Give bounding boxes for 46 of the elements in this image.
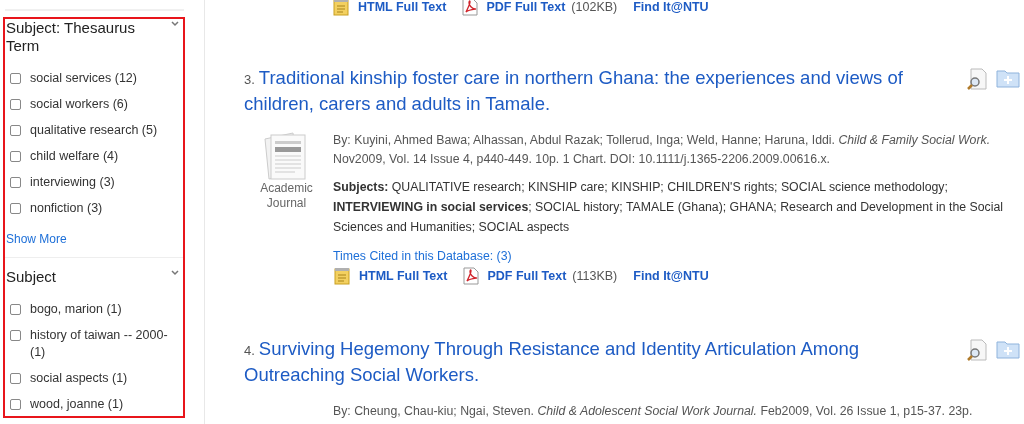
- checkbox[interactable]: [10, 203, 21, 214]
- checkbox[interactable]: [10, 373, 21, 384]
- publication-type: Academic Journal: [259, 181, 314, 211]
- html-full-text-link[interactable]: HTML Full Text: [359, 269, 448, 283]
- notepad-icon: [333, 267, 351, 285]
- find-it-link[interactable]: Find It@NTU: [633, 269, 709, 283]
- preview-icon[interactable]: [966, 339, 988, 361]
- facet-option[interactable]: bogo, marion (1): [30, 301, 122, 318]
- file-size: (113KB): [572, 269, 618, 283]
- facet-title: Subject: [6, 268, 57, 286]
- checkbox[interactable]: [10, 99, 21, 110]
- checkbox[interactable]: [10, 330, 21, 341]
- facet-title: Subject: Thesaurus Term: [6, 19, 136, 55]
- checkbox[interactable]: [10, 304, 21, 315]
- checkbox[interactable]: [10, 151, 21, 162]
- facet-option[interactable]: social services (12): [30, 70, 137, 87]
- html-full-text-link[interactable]: HTML Full Text: [358, 0, 447, 14]
- facet-option[interactable]: qualitative research (5): [30, 122, 158, 139]
- facet-option[interactable]: social workers (6): [30, 96, 128, 113]
- facet-option[interactable]: social aspects (1): [30, 370, 128, 387]
- chevron-icon[interactable]: [171, 270, 179, 276]
- facet-option[interactable]: history of taiwan -- 2000- (1): [30, 327, 183, 361]
- checkbox[interactable]: [10, 177, 21, 188]
- subjects-text: Subjects: QUALITATIVE research; KINSHIP care; KINSHIP; CHILDREN'S rights; SOCIAL science methodology; INTERVIEWING in social services; SOCIAL history; TAMALE (Ghana); GHANA; Research and Development in the Social Sciences and Humanities; SOCIAL aspects: [333, 179, 1004, 236]
- file-size: (102KB): [571, 0, 618, 14]
- citation-text: By: Cheung, Chau-kiu; Ngai, Steven. Child & Adolescent Social Work Journal. Feb2009, Vol. 26 Issue 1, p15-37. 23p.: [333, 403, 974, 420]
- result-title-link[interactable]: 4. Surviving Hegemony Through Resistance and Identity Articulation Among Outreaching Social Workers.: [244, 337, 934, 388]
- facet-option[interactable]: wood, joanne (1): [30, 396, 124, 413]
- times-cited-link[interactable]: Times Cited in this Database: (3): [333, 249, 512, 263]
- show-more-link[interactable]: Show More: [6, 232, 67, 246]
- pdf-full-text-link[interactable]: PDF Full Text: [486, 0, 566, 14]
- citation-text: By: Kuyini, Ahmed Bawa; Alhassan, Abdul Razak; Tollerud, Inga; Weld, Hanne; Haruna, Iddi. Child & Family Social Work. Nov2009, Vol. 14 Issue 4, p440-449. 10p. 1 Chart. DOI: 10.1111/j.1365-2206.2009.00616.x.: [333, 132, 992, 168]
- preview-icon[interactable]: [966, 68, 988, 90]
- result-title-link[interactable]: 3. Traditional kinship foster care in northern Ghana: the experiences and views of children, carers and adults in Tamale.: [244, 66, 934, 117]
- chevron-icon[interactable]: [171, 21, 179, 27]
- checkbox[interactable]: [10, 125, 21, 136]
- checkbox[interactable]: [10, 73, 21, 84]
- facet-option[interactable]: child welfare (4): [30, 148, 119, 165]
- pdf-full-text-link[interactable]: PDF Full Text: [487, 269, 567, 283]
- pdf-file-icon: [463, 267, 480, 285]
- notepad-icon: [332, 0, 350, 16]
- find-it-link[interactable]: Find It@NTU: [633, 0, 709, 14]
- facet-option[interactable]: nonfiction (3): [30, 200, 103, 217]
- pdf-file-icon: [462, 0, 479, 16]
- facet-option[interactable]: interviewing (3): [30, 174, 115, 191]
- checkbox[interactable]: [10, 399, 21, 410]
